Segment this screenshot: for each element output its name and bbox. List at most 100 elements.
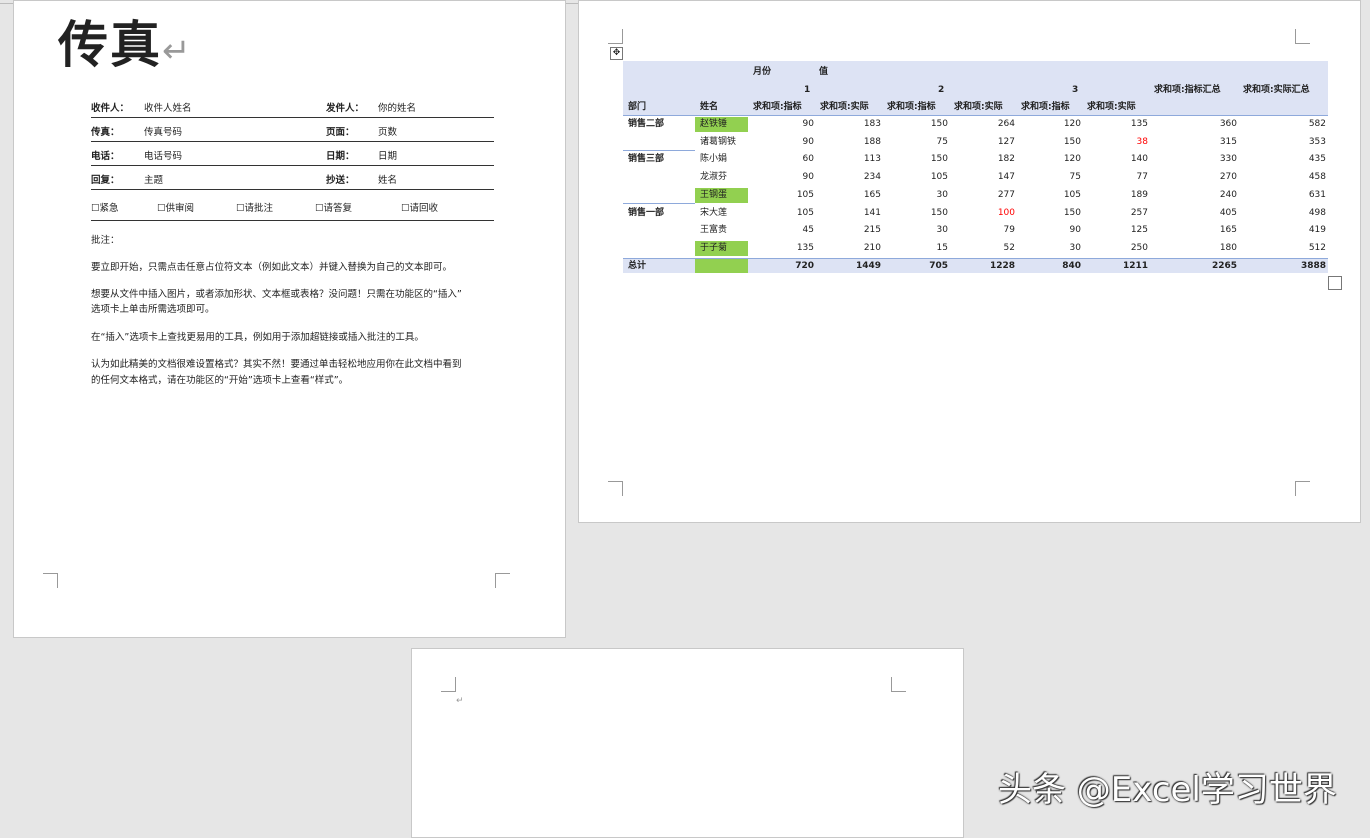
value-cell[interactable]: 141	[864, 206, 881, 220]
value-cell[interactable]: 147	[998, 170, 1015, 184]
value-cell[interactable]: 234	[864, 170, 881, 184]
name-cell[interactable]: 王富贵	[700, 223, 727, 237]
value-cell[interactable]: 60	[803, 152, 814, 166]
value-cell[interactable]: 188	[864, 135, 881, 149]
col-header-actual-3[interactable]: 求和项:实际	[1087, 100, 1136, 114]
fax-value[interactable]: 传真号码	[144, 124, 182, 138]
value-cell[interactable]: 150	[1064, 135, 1081, 149]
value-cell[interactable]: 353	[1309, 135, 1326, 149]
value-cell[interactable]: 180	[1220, 241, 1237, 255]
cc-value[interactable]: 姓名	[378, 172, 397, 186]
total-cell[interactable]: 720	[795, 259, 814, 273]
value-cell[interactable]: 183	[864, 117, 881, 131]
value-cell[interactable]: 30	[1070, 241, 1081, 255]
total-cell[interactable]: 705	[929, 259, 948, 273]
paragraph-1[interactable]: 要立即开始，只需点击任意占位符文本（例如此文本）并键入替换为自己的文本即可。	[91, 260, 501, 275]
col-header-target-1[interactable]: 求和项:指标	[753, 100, 802, 114]
document-page-blank[interactable]: ↵	[411, 648, 964, 838]
checkbox-comment[interactable]: ☐请批注	[236, 200, 273, 214]
value-cell[interactable]: 105	[931, 170, 948, 184]
paragraph-4b[interactable]: 的任何文本格式，请在功能区的“开始”选项卡上查看“样式”。	[91, 373, 501, 388]
value-cell[interactable]: 52	[1004, 241, 1015, 255]
value-cell[interactable]: 240	[1220, 188, 1237, 202]
value-cell[interactable]: 105	[1064, 188, 1081, 202]
value-cell[interactable]: 113	[864, 152, 881, 166]
value-cell[interactable]: 75	[937, 135, 948, 149]
paragraph-3[interactable]: 在“插入”选项卡上查找更易用的工具，例如用于添加超链接或插入批注的工具。	[91, 330, 501, 345]
total-cell[interactable]: 1211	[1123, 259, 1148, 273]
value-cell[interactable]: 189	[1131, 188, 1148, 202]
name-cell[interactable]: 王钢蛋	[700, 188, 727, 202]
month-label[interactable]: 月份	[753, 65, 771, 79]
value-cell[interactable]: 105	[797, 206, 814, 220]
name-cell[interactable]: 诸葛钢铁	[700, 135, 736, 149]
value-cell[interactable]: 127	[998, 135, 1015, 149]
value-cell[interactable]: 405	[1220, 206, 1237, 220]
checkbox-reply[interactable]: ☐请答复	[315, 200, 352, 214]
paragraph-2b[interactable]: 选项卡上单击所需选项即可。	[91, 302, 501, 317]
document-page-pivot[interactable]: ✥ 月份 值 1 2 3 求和项:指标汇总 求和项:实际汇总 部门 姓名 求和项…	[578, 0, 1361, 523]
name-cell[interactable]: 宋大莲	[700, 206, 727, 220]
value-cell[interactable]: 257	[1131, 206, 1148, 220]
name-header[interactable]: 姓名	[700, 100, 718, 114]
value-cell[interactable]: 79	[1004, 223, 1015, 237]
value-cell[interactable]: 315	[1220, 135, 1237, 149]
re-value[interactable]: 主题	[144, 172, 163, 186]
month-2-label[interactable]: 2	[938, 83, 944, 97]
name-cell[interactable]: 于子菊	[700, 241, 727, 255]
value-cell[interactable]: 125	[1131, 223, 1148, 237]
col-header-target-3[interactable]: 求和项:指标	[1021, 100, 1070, 114]
name-cell[interactable]: 陈小娟	[700, 152, 727, 166]
value-cell[interactable]: 38	[1137, 135, 1148, 149]
value-cell[interactable]: 135	[797, 241, 814, 255]
value-cell[interactable]: 150	[931, 152, 948, 166]
value-cell[interactable]: 215	[864, 223, 881, 237]
value-cell[interactable]: 135	[1131, 117, 1148, 131]
value-cell[interactable]: 360	[1220, 117, 1237, 131]
name-cell[interactable]: 龙淑芬	[700, 170, 727, 184]
pages-value[interactable]: 页数	[378, 124, 397, 138]
month-3-label[interactable]: 3	[1072, 83, 1078, 97]
col-header-target-2[interactable]: 求和项:指标	[887, 100, 936, 114]
name-cell[interactable]: 赵铁锤	[700, 117, 727, 131]
value-cell[interactable]: 270	[1220, 170, 1237, 184]
value-cell[interactable]: 165	[1220, 223, 1237, 237]
dept-cell[interactable]: 销售一部	[628, 206, 664, 220]
value-cell[interactable]: 90	[1070, 223, 1081, 237]
value-cell[interactable]: 498	[1309, 206, 1326, 220]
value-cell[interactable]: 182	[998, 152, 1015, 166]
value-cell[interactable]: 77	[1137, 170, 1148, 184]
value-cell[interactable]: 277	[998, 188, 1015, 202]
value-cell[interactable]: 90	[803, 117, 814, 131]
value-cell[interactable]: 120	[1064, 152, 1081, 166]
checkbox-recycle[interactable]: ☐请回收	[401, 200, 438, 214]
pivot-table[interactable]: 月份 值 1 2 3 求和项:指标汇总 求和项:实际汇总 部门 姓名 求和项:指…	[623, 61, 1328, 274]
table-move-handle-icon[interactable]: ✥	[610, 47, 623, 60]
value-cell[interactable]: 210	[864, 241, 881, 255]
date-value[interactable]: 日期	[378, 148, 397, 162]
total-cell[interactable]: 1228	[990, 259, 1015, 273]
value-cell[interactable]: 45	[803, 223, 814, 237]
value-cell[interactable]: 75	[1070, 170, 1081, 184]
month-1-label[interactable]: 1	[804, 83, 810, 97]
value-label[interactable]: 值	[819, 65, 828, 79]
phone-value[interactable]: 电话号码	[144, 148, 182, 162]
value-cell[interactable]: 100	[998, 206, 1015, 220]
value-cell[interactable]: 458	[1309, 170, 1326, 184]
value-cell[interactable]: 30	[937, 188, 948, 202]
value-cell[interactable]: 105	[797, 188, 814, 202]
grand-target-header[interactable]: 求和项:指标汇总	[1154, 83, 1221, 97]
value-cell[interactable]: 90	[803, 170, 814, 184]
dept-cell[interactable]: 销售二部	[628, 117, 664, 131]
checkbox-review[interactable]: ☐供审阅	[157, 200, 194, 214]
value-cell[interactable]: 264	[998, 117, 1015, 131]
value-cell[interactable]: 512	[1309, 241, 1326, 255]
value-cell[interactable]: 150	[1064, 206, 1081, 220]
total-label[interactable]: 总计	[628, 259, 646, 273]
col-header-actual-2[interactable]: 求和项:实际	[954, 100, 1003, 114]
value-cell[interactable]: 582	[1309, 117, 1326, 131]
col-header-actual-1[interactable]: 求和项:实际	[820, 100, 869, 114]
value-cell[interactable]: 90	[803, 135, 814, 149]
value-cell[interactable]: 140	[1131, 152, 1148, 166]
value-cell[interactable]: 631	[1309, 188, 1326, 202]
